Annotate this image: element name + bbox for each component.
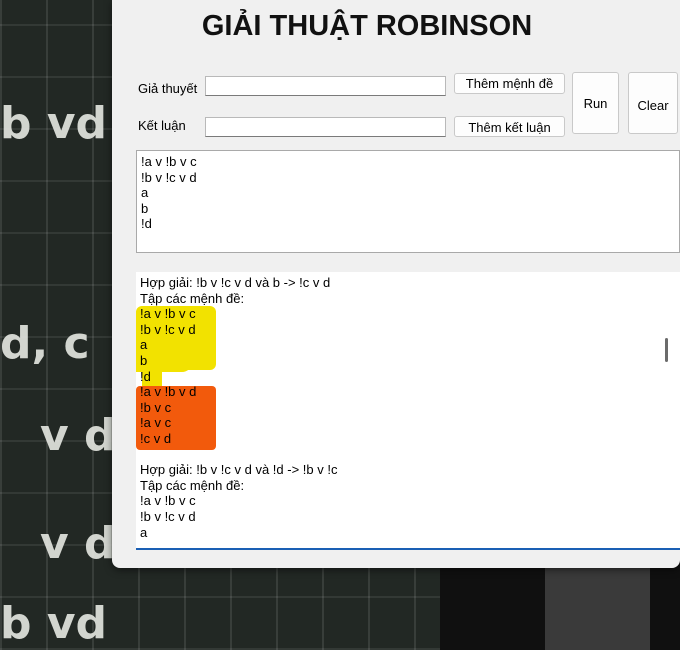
background-paper bbox=[545, 568, 650, 650]
output-line: !c v d bbox=[140, 430, 172, 446]
clause-line: b bbox=[141, 200, 149, 216]
output-line: !b v !c v d bbox=[140, 321, 196, 337]
add-conclusion-button[interactable]: Thêm kết luận bbox=[454, 116, 565, 137]
output-line: a bbox=[140, 337, 148, 353]
output-line: !d bbox=[140, 368, 151, 384]
output-line: !a v c bbox=[140, 415, 172, 431]
chalk-writing-1: b vd bbox=[0, 98, 107, 149]
conclusion-input[interactable] bbox=[205, 117, 446, 137]
chalk-writing-2: d, c bbox=[0, 318, 90, 369]
output-line: !b v c bbox=[140, 399, 172, 415]
output-line: b bbox=[140, 352, 148, 368]
hypothesis-label: Giả thuyết bbox=[138, 81, 198, 96]
chalk-writing-5: b vd bbox=[0, 598, 107, 649]
output-line: !a v !b v c bbox=[140, 306, 196, 322]
output-line: !a v !b v d bbox=[140, 384, 197, 400]
run-button[interactable]: Run bbox=[572, 72, 619, 134]
robinson-dialog: GIẢI THUẬT ROBINSON Giả thuyết Kết luận … bbox=[112, 0, 680, 568]
conclusion-label: Kết luận bbox=[138, 118, 186, 133]
clear-button[interactable]: Clear bbox=[628, 72, 678, 134]
output-line: Tập các mệnh đề: bbox=[140, 290, 245, 306]
chalk-writing-3: v d bbox=[40, 410, 116, 461]
clause-line: !d bbox=[141, 216, 152, 232]
output-scrollbar[interactable] bbox=[665, 338, 668, 362]
output-line: !b v !c v d bbox=[140, 508, 196, 524]
chalk-writing-4: v d bbox=[40, 518, 116, 569]
output-line: a bbox=[140, 524, 148, 540]
add-clause-button[interactable]: Thêm mệnh đề bbox=[454, 73, 565, 94]
output-line: Hợp giải: !b v !c v d và b -> !c v d bbox=[140, 275, 331, 290]
hypothesis-input[interactable] bbox=[205, 76, 446, 96]
clause-line: !b v !c v d bbox=[141, 169, 197, 185]
page-title: GIẢI THUẬT ROBINSON bbox=[201, 10, 533, 42]
clause-line: !a v !b v c bbox=[141, 154, 197, 169]
output-line: !a v !b v c bbox=[140, 493, 196, 509]
resolution-output[interactable]: Hợp giải: !b v !c v d và b -> !c v d Tập… bbox=[136, 272, 680, 550]
clauses-list[interactable]: !a v !b v c !b v !c v d a b !d bbox=[136, 150, 680, 253]
clause-line: a bbox=[141, 185, 149, 201]
output-line: Tập các mệnh đề: bbox=[140, 477, 245, 493]
output-line: Hợp giải: !b v !c v d và !d -> !b v !c bbox=[140, 462, 338, 478]
